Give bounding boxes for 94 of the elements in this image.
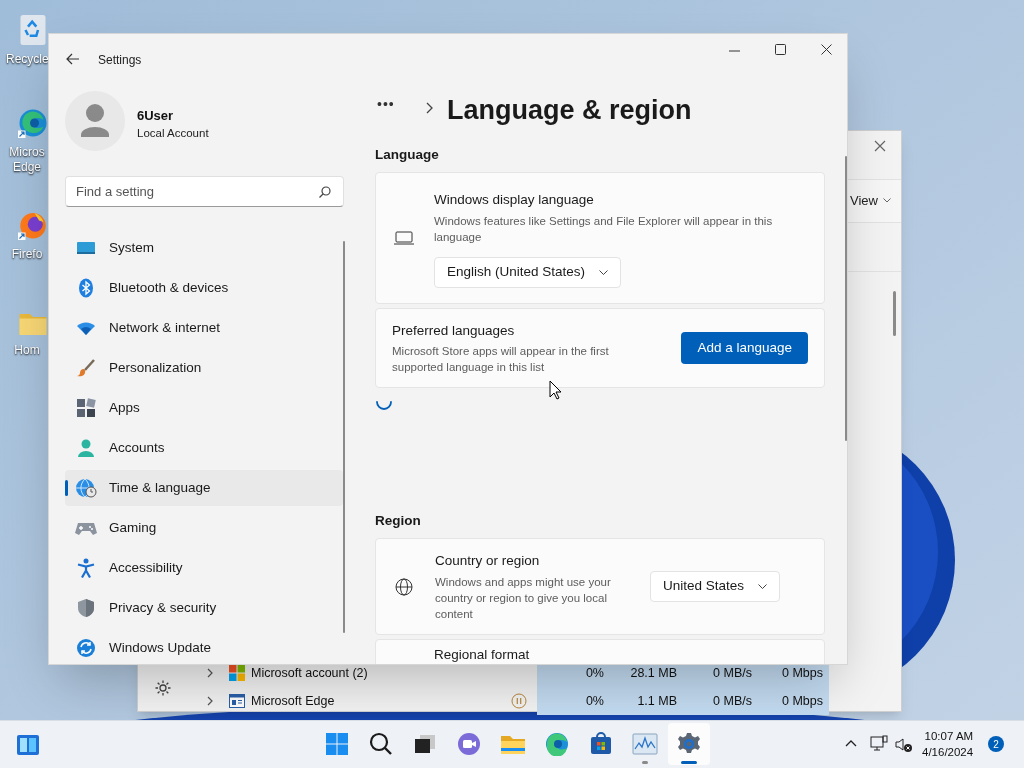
monitor-icon [75,240,97,256]
running-indicator [681,761,697,764]
search-field[interactable]: Find a setting [65,176,344,207]
nav-item[interactable]: Apps [65,390,343,426]
close-icon[interactable] [874,140,886,152]
process-name: Microsoft account (2) [251,664,369,682]
store-bag-icon [589,732,613,756]
window-title: Settings [98,52,142,69]
app-window-icon [229,694,245,708]
scrollbar-thumb[interactable] [343,241,345,633]
setting-title: Country or region [435,552,541,571]
view-menu[interactable]: View [850,191,891,211]
setting-description: Windows features like Settings and File Explorer will appear in this language [434,213,774,245]
desktop-icon-label: Micros Edge [8,145,46,175]
paintbrush-icon [75,358,97,378]
table-cell-text: 0 Mbps [781,692,823,710]
windows-logo-icon [229,665,245,681]
settings-icon [677,732,701,756]
setting-description: Microsoft Store apps will appear in the first supported language in this list [392,344,610,376]
browser-icon [545,732,569,756]
video-chat-icon [457,732,481,756]
chart-monitor-icon [632,733,658,755]
task-view-icon [413,732,437,756]
desktop-icon-label: Recycle [6,52,48,67]
shield-icon [75,598,97,618]
table-cell-text: 0% [584,664,604,682]
scrollbar-thumb[interactable] [845,156,847,441]
chevron-down-icon [882,198,891,204]
network-icon[interactable] [870,735,888,753]
desktop-icon-label: Hom [13,343,41,358]
selection-indicator [65,480,68,496]
table-cell-text: 0 MB/s [712,664,752,682]
maximize-icon[interactable] [775,44,786,55]
add-language-button[interactable]: Add a language [681,332,808,364]
account-type: Local Account [137,126,209,141]
back-arrow-icon[interactable] [66,53,80,65]
chevron-right-icon [426,102,433,114]
game-controller-icon [75,520,97,536]
folder-icon [500,733,526,755]
clock[interactable]: 10:07 AM 4/16/2024 [922,728,974,760]
laptop-icon [394,231,414,245]
running-indicator [642,761,648,764]
table-cell-text: 28.1 MB [629,664,677,682]
section-heading: Language [375,146,440,164]
user-avatar-icon [65,91,125,151]
table-cell-text: 1.1 MB [636,692,677,710]
accessibility-icon [75,558,97,578]
globe-icon [395,577,413,596]
setting-title: Regional format [434,646,530,664]
setting-description: Windows and apps might use your country or region to give you local content [435,574,612,622]
nav-item[interactable]: Network & internet [65,310,343,346]
scrollbar-thumb[interactable] [893,291,896,336]
search-icon [319,186,331,198]
dropdown[interactable]: English (United States) [434,256,622,288]
desktop-icon-label: Firefo [10,247,44,262]
search-icon [369,732,393,756]
nav-item[interactable]: Privacy & security [65,590,343,626]
setting-title: Windows display language [434,191,595,210]
dropdown[interactable]: United States [650,571,781,602]
nav-item[interactable]: Gaming [65,510,343,546]
chevron-up-icon[interactable] [845,740,857,747]
chevron-right-icon[interactable] [207,696,214,706]
chevron-right-icon[interactable] [207,668,214,678]
table-cell-text: 0% [584,692,604,710]
apps-grid-icon [75,398,97,418]
notification-badge[interactable]: 2 [988,736,1004,752]
setting-title: Preferred languages [392,321,516,340]
person-icon [75,438,97,458]
chevron-down-icon [758,584,768,589]
nav-item[interactable]: Accessibility [65,550,343,586]
user-name: 6User [137,107,174,125]
taskbar-app[interactable] [668,723,710,765]
wifi-icon [75,320,97,336]
nav-item[interactable]: Accounts [65,430,343,466]
pause-icon [511,693,527,709]
table-cell-text: 0 Mbps [781,664,823,682]
table-cell-text: 0 MB/s [712,692,752,710]
nav-item[interactable]: System [65,230,343,266]
nav-item[interactable]: Time & language [65,470,343,506]
globe-clock-icon [75,478,97,498]
chevron-down-icon [599,269,609,275]
breadcrumb-more[interactable]: ••• [377,94,395,115]
process-name: Microsoft Edge [251,692,336,710]
widgets-icon[interactable] [16,734,40,756]
nav-item[interactable]: Bluetooth & devices [65,270,343,306]
nav-item[interactable]: Personalization [65,350,343,386]
volume-muted-icon[interactable] [895,737,913,753]
close-icon[interactable] [821,44,832,55]
nav-item[interactable]: Windows Update [65,630,343,664]
sync-icon [75,638,97,658]
section-heading: Region [375,512,422,530]
start-icon [325,732,349,756]
page-title: Language & region [447,94,692,127]
settings-icon[interactable] [154,679,172,697]
